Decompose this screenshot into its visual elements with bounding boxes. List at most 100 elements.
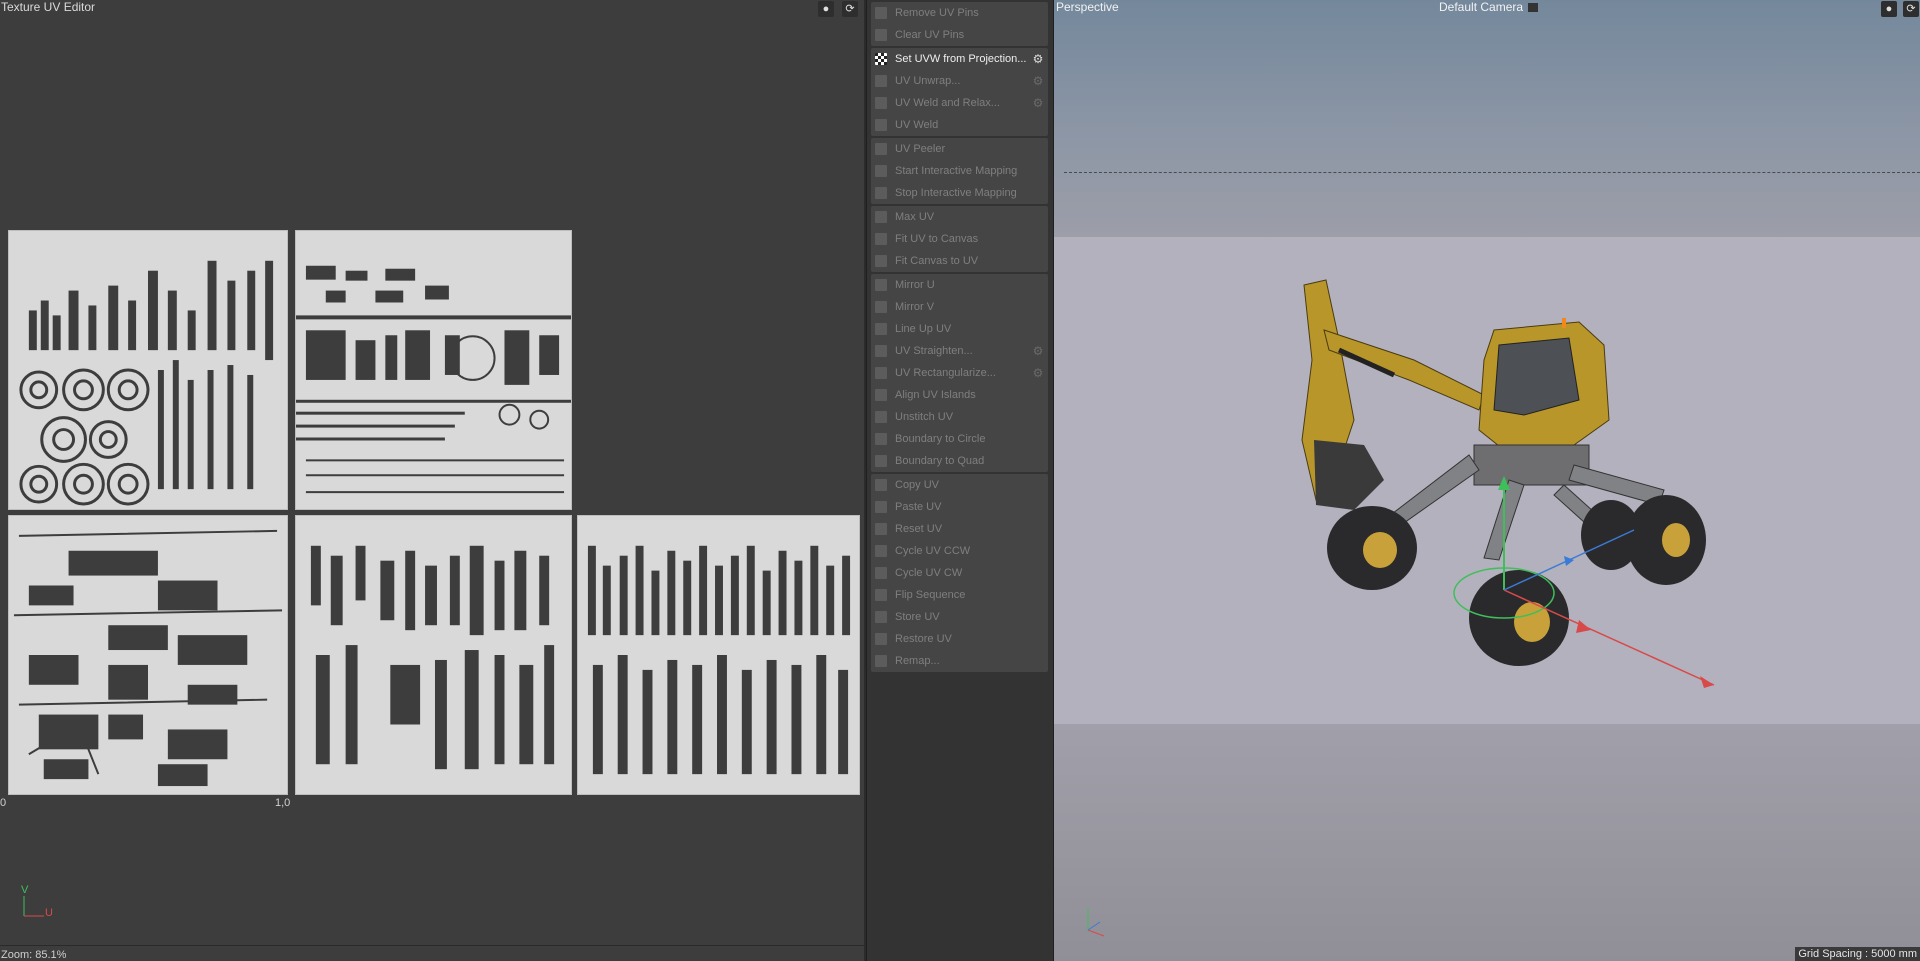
camera-selector[interactable]: Default Camera <box>1439 0 1539 14</box>
uv-tile-arms[interactable] <box>295 515 572 795</box>
restore-icon <box>875 633 887 645</box>
command-label: Cycle UV CCW <box>895 545 971 557</box>
uv-command-palette: Remove UV Pins Clear UV Pins Set UVW from … <box>866 0 1054 961</box>
store-icon <box>875 611 887 623</box>
command-item[interactable]: Stop Interactive Mapping <box>871 182 1048 204</box>
command-item[interactable]: Fit Canvas to UV <box>871 250 1048 272</box>
command-item[interactable]: Paste UV <box>871 496 1048 518</box>
command-item[interactable]: UV Weld <box>871 114 1048 136</box>
rectangularize-icon <box>875 367 887 379</box>
unstitch-icon <box>875 411 887 423</box>
boundary-circle-icon <box>875 433 887 445</box>
command-label: Mirror U <box>895 279 935 291</box>
command-item[interactable]: Clear UV Pins <box>871 24 1048 46</box>
command-label: Copy UV <box>895 479 940 491</box>
command-item[interactable]: Store UV <box>871 606 1048 628</box>
command-item[interactable]: Unstitch UV <box>871 406 1048 428</box>
pin-clear-icon <box>875 29 887 41</box>
excavator-model[interactable] <box>1054 0 1920 961</box>
microphone-icon[interactable]: ● <box>818 1 834 17</box>
straighten-icon <box>875 345 887 357</box>
line-up-icon <box>875 323 887 335</box>
command-group: UV Peeler Start Interactive Mapping Stop I… <box>871 138 1048 204</box>
command-label: Paste UV <box>895 501 942 513</box>
unwrap-icon <box>875 75 887 87</box>
command-item[interactable]: UV Straighten... ⚙ <box>871 340 1048 362</box>
command-item[interactable]: Align UV Islands <box>871 384 1048 406</box>
command-item[interactable]: Restore UV <box>871 628 1048 650</box>
command-item[interactable]: Flip Sequence <box>871 584 1048 606</box>
world-axis-lines <box>1087 908 1105 937</box>
command-label: UV Unwrap... <box>895 75 961 87</box>
mapping-start-icon <box>875 165 887 177</box>
command-label: Mirror V <box>895 301 935 313</box>
command-item[interactable]: Fit UV to Canvas <box>871 228 1048 250</box>
command-item[interactable]: Cycle UV CCW <box>871 540 1048 562</box>
uv-tile-parts[interactable] <box>295 230 572 510</box>
command-item[interactable]: Copy UV <box>871 474 1048 496</box>
command-item[interactable]: Reset UV <box>871 518 1048 540</box>
command-item[interactable]: Line Up UV <box>871 318 1048 340</box>
weld-relax-icon <box>875 97 887 109</box>
command-item[interactable]: Cycle UV CW <box>871 562 1048 584</box>
uv-tile-wheels[interactable] <box>8 230 288 510</box>
world-axis-gizmo <box>1082 900 1112 940</box>
command-item[interactable]: Boundary to Quad <box>871 450 1048 472</box>
microphone-icon[interactable]: ● <box>1881 1 1897 17</box>
command-item[interactable]: UV Weld and Relax... ⚙ <box>871 92 1048 114</box>
viewport-title[interactable]: Perspective <box>1056 0 1119 14</box>
gear-icon[interactable]: ⚙ <box>1031 96 1045 110</box>
gear-icon[interactable]: ⚙ <box>1031 344 1045 358</box>
uv-editor-panel[interactable]: Texture UV Editor ● ⟳ 0 1,0 V U Zoom: 85… <box>0 0 864 961</box>
command-label: Set UVW from Projection... <box>895 53 1027 65</box>
command-label: Remove UV Pins <box>895 7 979 19</box>
fit-uv-icon <box>875 233 887 245</box>
mirror-u-icon <box>875 279 887 291</box>
copy-icon <box>875 479 887 491</box>
command-item[interactable]: Mirror V <box>871 296 1048 318</box>
command-label: Remap... <box>895 655 940 667</box>
camera-icon <box>1528 3 1539 13</box>
sync-icon[interactable]: ⟳ <box>1903 1 1919 17</box>
gear-icon[interactable]: ⚙ <box>1031 366 1045 380</box>
uv-axis-u-label: U <box>45 907 53 919</box>
command-label: Stop Interactive Mapping <box>895 187 1017 199</box>
command-item[interactable]: Remove UV Pins <box>871 2 1048 24</box>
command-item[interactable]: Start Interactive Mapping <box>871 160 1048 182</box>
command-label: Boundary to Quad <box>895 455 985 467</box>
fit-canvas-icon <box>875 255 887 267</box>
uv-coord-one: 1,0 <box>275 797 291 809</box>
command-label: Max UV <box>895 211 935 223</box>
command-item[interactable]: Remap... <box>871 650 1048 672</box>
command-label: Boundary to Circle <box>895 433 986 445</box>
command-item[interactable]: UV Rectangularize... ⚙ <box>871 362 1048 384</box>
paste-icon <box>875 501 887 513</box>
perspective-viewport[interactable]: Perspective Default Camera ● ⟳ Grid Spac… <box>1054 0 1920 961</box>
command-item[interactable]: Set UVW from Projection... ⚙ <box>871 48 1048 70</box>
command-label: Clear UV Pins <box>895 29 965 41</box>
checker-icon <box>875 53 887 65</box>
uv-tile-panels[interactable] <box>577 515 860 795</box>
gear-icon[interactable]: ⚙ <box>1031 52 1045 66</box>
mirror-v-icon <box>875 301 887 313</box>
command-label: UV Straighten... <box>895 345 973 357</box>
peeler-icon <box>875 143 887 155</box>
command-label: Fit UV to Canvas <box>895 233 979 245</box>
uv-axis-v-label: V <box>21 884 29 896</box>
command-label: Restore UV <box>895 633 952 645</box>
command-label: Start Interactive Mapping <box>895 165 1018 177</box>
command-label: UV Peeler <box>895 143 946 155</box>
uv-tile-body[interactable] <box>8 515 288 795</box>
command-item[interactable]: UV Unwrap... ⚙ <box>871 70 1048 92</box>
sync-icon[interactable]: ⟳ <box>842 1 858 17</box>
command-item[interactable]: Max UV <box>871 206 1048 228</box>
command-item[interactable]: UV Peeler <box>871 138 1048 160</box>
camera-label: Default Camera <box>1439 0 1524 14</box>
status-divider <box>0 945 864 946</box>
gear-icon[interactable]: ⚙ <box>1031 74 1045 88</box>
command-item[interactable]: Boundary to Circle <box>871 428 1048 450</box>
command-label: UV Rectangularize... <box>895 367 996 379</box>
command-label: Flip Sequence <box>895 589 966 601</box>
command-item[interactable]: Mirror U <box>871 274 1048 296</box>
zoom-status: Zoom: 85.1% <box>1 949 67 961</box>
